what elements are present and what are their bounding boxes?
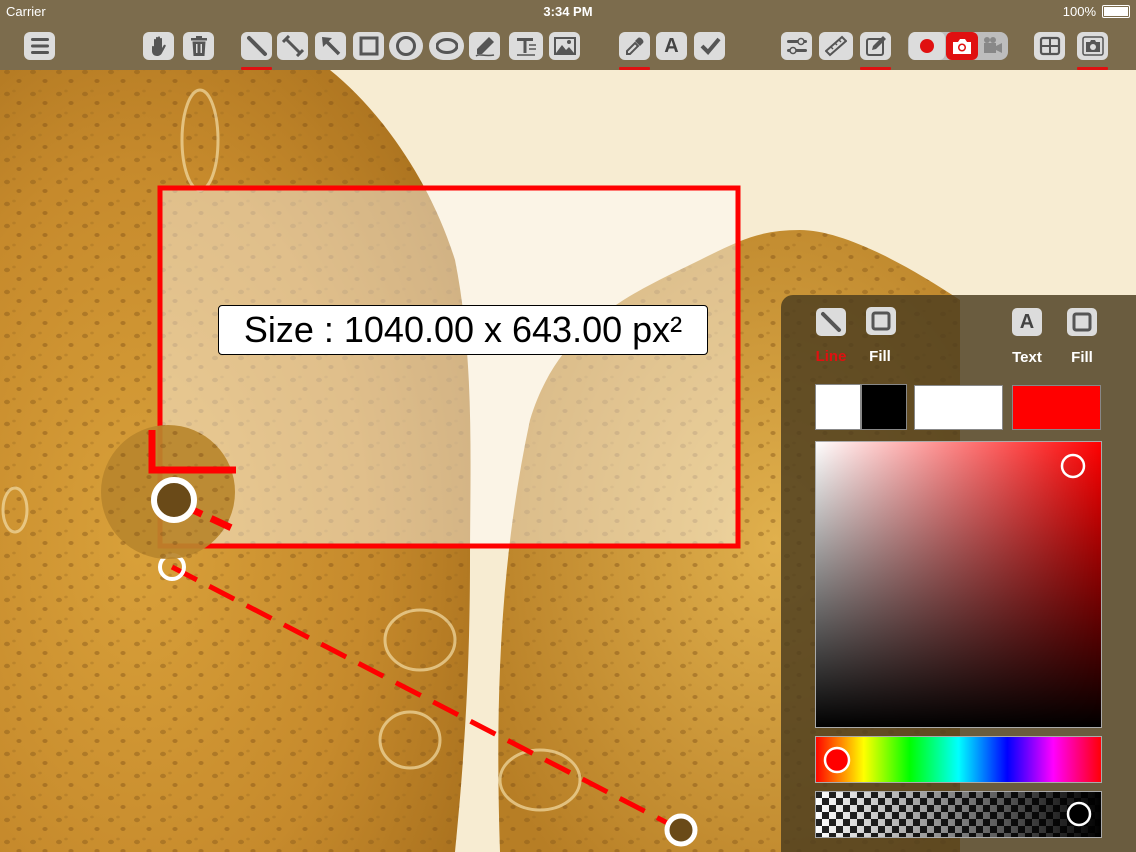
- text-style-button[interactable]: A: [1012, 308, 1042, 336]
- fill-style-button[interactable]: [866, 307, 896, 335]
- line-tool-active-indicator: [241, 67, 272, 70]
- hue-slider-handle: [823, 746, 851, 774]
- snapshot-active-indicator: [1077, 67, 1108, 70]
- line-end-handle: [664, 813, 698, 847]
- circle-tool-icon: [396, 36, 416, 56]
- magnifier-loupe: [101, 425, 238, 559]
- line-tool-icon: [246, 36, 267, 56]
- arrow-tool-icon: [321, 37, 340, 56]
- font-icon: A: [664, 34, 679, 57]
- color-style-panel: Line Fill A Text Fill: [781, 295, 1136, 852]
- grid-icon: [1039, 36, 1060, 56]
- text-fill-label: Fill: [1071, 349, 1093, 366]
- line-style-icon: [821, 312, 841, 332]
- text-tool-icon: [517, 38, 536, 56]
- ellipse-tool-icon: [435, 38, 458, 54]
- pan-button[interactable]: [143, 32, 174, 60]
- sliders-icon: [786, 37, 807, 55]
- edit-icon: [865, 36, 886, 56]
- line-color-swatch-black[interactable]: [861, 384, 907, 430]
- size-measurement-label: Size : 1040.00 x 643.00 px²: [218, 305, 708, 355]
- delete-button[interactable]: [183, 32, 214, 60]
- clock: 3:34 PM: [543, 4, 593, 19]
- text-fill-icon: [1072, 312, 1092, 332]
- ellipse-tool-button[interactable]: [429, 32, 464, 60]
- menu-icon: [30, 38, 49, 54]
- ruler-icon: [825, 35, 847, 57]
- text-fill-button[interactable]: [1067, 308, 1097, 336]
- rectangle-tool-icon: [359, 36, 378, 56]
- record-icon: [920, 39, 934, 53]
- fill-style-label: Fill: [869, 348, 891, 365]
- video-button[interactable]: [978, 32, 1008, 60]
- fill-color-swatch[interactable]: [914, 385, 1003, 430]
- trash-icon: [190, 36, 207, 56]
- text-style-icon: A: [1019, 310, 1035, 333]
- circle-tool-button[interactable]: [389, 32, 423, 60]
- edit-active-indicator: [860, 67, 891, 70]
- text-tool-button[interactable]: [509, 32, 543, 60]
- text-style-label: Text: [1012, 349, 1042, 366]
- eyedropper-icon: [625, 37, 643, 55]
- rectangle-tool-button[interactable]: [353, 32, 384, 60]
- arrow-tool-button[interactable]: [315, 32, 346, 60]
- camera-icon: [953, 39, 971, 54]
- measure-line-button[interactable]: [277, 32, 308, 60]
- saturation-value-picker[interactable]: [815, 441, 1102, 728]
- status-bar: Carrier 3:34 PM 100%: [0, 0, 1136, 24]
- eyedropper-button[interactable]: [619, 32, 650, 60]
- video-camera-icon: [984, 37, 1002, 53]
- eyedropper-active-indicator: [619, 67, 650, 70]
- adjust-button[interactable]: [781, 32, 812, 60]
- line-style-button[interactable]: [816, 308, 846, 336]
- snapshot-icon: [1081, 36, 1104, 56]
- checkmark-icon: [700, 37, 721, 55]
- pen-tool-button[interactable]: [469, 32, 500, 60]
- line-tool-button[interactable]: [241, 32, 272, 60]
- ruler-button[interactable]: [819, 32, 853, 60]
- text-color-swatch[interactable]: [1012, 385, 1101, 430]
- hand-icon: [151, 36, 166, 56]
- font-button[interactable]: A: [656, 32, 687, 60]
- image-tool-icon: [553, 37, 576, 55]
- record-button[interactable]: [909, 32, 945, 60]
- menu-button[interactable]: [24, 32, 55, 60]
- fill-style-icon: [871, 311, 891, 331]
- confirm-button[interactable]: [694, 32, 725, 60]
- opacity-slider[interactable]: [815, 791, 1102, 838]
- image-tool-button[interactable]: [549, 32, 580, 60]
- opacity-slider-handle: [1066, 801, 1092, 827]
- snapshot-button[interactable]: [1077, 32, 1108, 60]
- battery-icon: [1102, 5, 1130, 18]
- battery-indicator: 100%: [1063, 4, 1130, 19]
- grid-button[interactable]: [1034, 32, 1065, 60]
- pen-tool-icon: [475, 37, 494, 57]
- edit-button[interactable]: [860, 32, 891, 60]
- camera-button[interactable]: [946, 32, 978, 60]
- measure-line-icon: [281, 35, 304, 57]
- line-color-swatch-white[interactable]: [815, 384, 861, 430]
- hue-slider[interactable]: [815, 736, 1102, 783]
